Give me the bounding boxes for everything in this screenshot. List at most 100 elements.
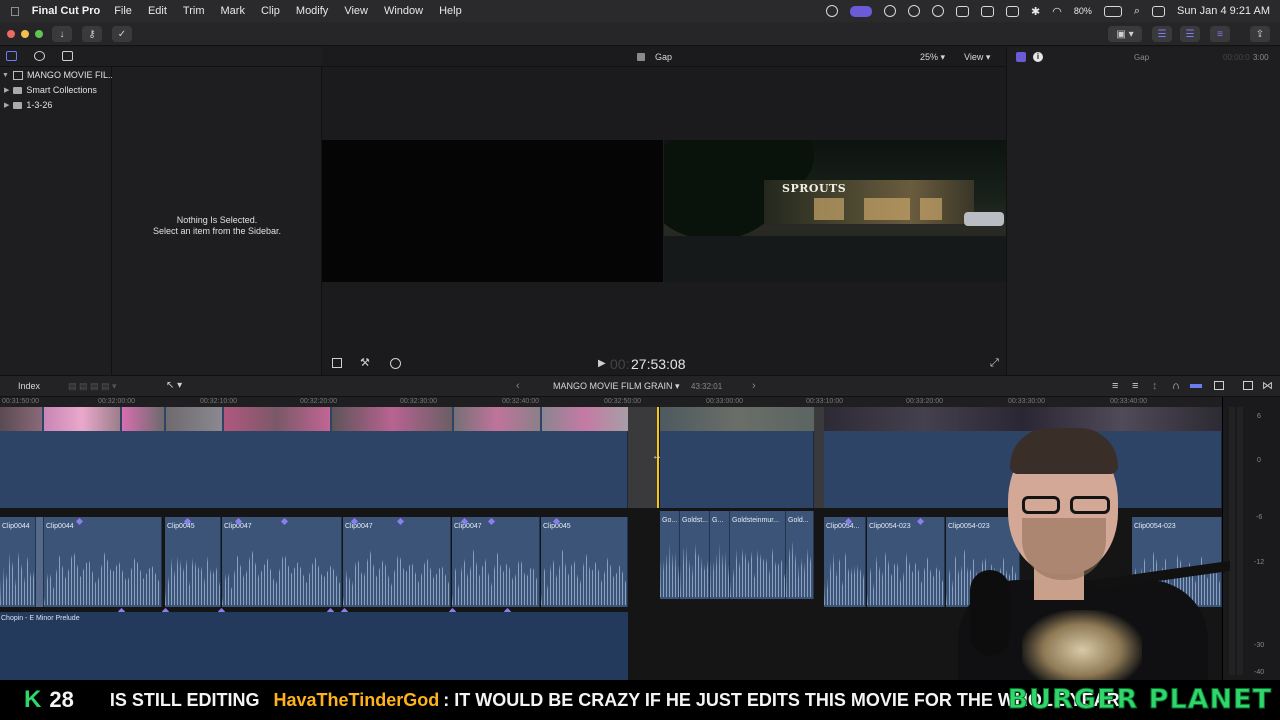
zoom-menu[interactable]: 25% ▾ [920,52,945,63]
battery-icon[interactable] [1103,5,1122,17]
video-clip[interactable] [0,407,628,508]
bluetooth-icon[interactable]: ✱ [1031,5,1040,18]
audio-clip[interactable]: Clip0054... [824,517,866,607]
libraries-icon[interactable] [6,51,17,61]
audio-clip[interactable]: Clip0044 [44,517,162,607]
clip-appearance-icon[interactable]: ≡ [1112,380,1118,392]
viewer-frame-gap [322,140,663,282]
control-center-icon[interactable] [1152,5,1166,17]
disclosure-closed-icon[interactable]: ▶ [4,101,9,109]
gap-clip[interactable] [814,407,824,508]
audio-clip[interactable]: Gold... [786,511,814,599]
edit-tools-group[interactable]: ▤ ▤ ▤ ▤ ▾ [68,381,117,392]
menu-trim[interactable]: Trim [183,5,205,17]
headphones-icon[interactable] [908,5,921,17]
audio-clip[interactable]: Clip0044 [0,517,36,607]
waveform [824,549,865,605]
browser-tabs [0,47,322,67]
close-button[interactable] [7,30,15,38]
audio-clip[interactable]: Go... [660,511,680,599]
timeline-options-icon[interactable] [1243,381,1253,390]
audio-clip[interactable]: Clip0045 [165,517,221,607]
info-icon[interactable]: i [1033,52,1043,62]
viewer-clip-name: Gap [655,52,673,62]
menu-view[interactable]: View [344,5,368,17]
menu-modify[interactable]: Modify [296,5,328,17]
audio-clip[interactable]: Goldsteinmur... [730,511,786,599]
titles-generators-icon[interactable] [62,51,73,61]
audio-clip-label: Gold... [788,517,809,524]
import-button[interactable]: ↓ [52,26,72,42]
share-button[interactable]: ⇪ [1250,26,1270,42]
view-menu[interactable]: View ▾ [964,52,990,63]
zoom-fit-icon[interactable]: ≡ [1132,380,1138,392]
index-button[interactable]: Index [18,381,40,391]
disclosure-open-icon[interactable]: ▼ [2,72,9,79]
keyboard-icon[interactable] [981,5,995,17]
enhance-icon[interactable]: ⚒ [360,356,370,369]
audio-skimming-icon[interactable]: ∩ [1172,380,1180,392]
menu-clip[interactable]: Clip [261,5,280,17]
history-forward-icon[interactable]: › [752,380,756,392]
sidebar-item-smart-collections[interactable]: ▶ Smart Collections [4,83,97,97]
audio-clip[interactable] [36,517,44,607]
glasses-lens-right [1070,496,1110,514]
show-browser-button[interactable]: ☰ [1152,26,1172,42]
layout-toggle-button[interactable]: ▣ ▾ [1108,26,1142,42]
glasses [1016,496,1116,516]
retime-icon[interactable] [390,358,401,369]
screen-record-icon[interactable] [850,5,873,17]
background-tasks-button[interactable]: ✓ [112,26,132,42]
library-row[interactable]: ▼ MANGO MOVIE FIL... [2,68,115,82]
menu-mark[interactable]: Mark [221,5,245,17]
timeline-ruler[interactable]: 00:31:50:00 00:32:00:00 00:32:10:00 00:3… [0,397,1222,407]
clip-thumbnail [332,407,452,431]
solo-icon[interactable] [1190,384,1202,388]
audio-clip[interactable]: Clip0045 [541,517,628,607]
audio-clip[interactable]: Goldst... [680,511,710,599]
display-icon[interactable] [1006,5,1020,17]
disclosure-closed-icon[interactable]: ▶ [4,86,9,94]
fullscreen-icon[interactable]: ⤢ [990,357,999,370]
audio-clip[interactable]: Clip0047 [343,517,451,607]
menu-help[interactable]: Help [439,5,462,17]
audio-clip[interactable]: G... [710,511,730,599]
apple-icon[interactable]:  [10,4,20,19]
sidebar-item-event[interactable]: ▶ 1-3-26 [4,98,52,112]
waveform [680,541,709,597]
music-clip-label: Chopin - E Minor Prelude [1,615,80,622]
clock[interactable]: Sun Jan 4 9:21 AM [1177,5,1270,17]
video-clip[interactable] [660,407,814,508]
collapse-icon[interactable]: ⋈ [1262,379,1273,392]
play-icon[interactable] [932,5,945,17]
search-icon[interactable]: ⌕ [1134,5,1140,18]
menu-edit[interactable]: Edit [148,5,167,17]
project-menu[interactable]: MANGO MOVIE FILM GRAIN ▾ [553,381,680,392]
play-button[interactable]: ▶ [598,358,606,369]
zoom-button[interactable] [35,30,43,38]
keyword-button[interactable]: ⚷ [82,26,102,42]
minimize-button[interactable] [21,30,29,38]
music-clip[interactable]: Chopin - E Minor Prelude [0,612,628,680]
volume-icon[interactable] [956,5,970,17]
viewer-frame-video: SPROUTS [664,140,1006,282]
skimming-icon[interactable]: ↕ [1152,380,1158,392]
audio-clip[interactable]: Clip0054-023 [867,517,945,607]
app-menu[interactable]: Final Cut Pro [32,5,100,17]
history-back-icon[interactable]: ‹ [516,380,520,392]
transform-icon[interactable] [332,358,342,368]
control-icon[interactable] [826,5,839,17]
timecode-display[interactable]: 27:53:08 [631,356,686,372]
snapping-icon[interactable] [1214,381,1224,390]
menu-window[interactable]: Window [384,5,423,17]
menu-file[interactable]: File [114,5,132,17]
audio-clip[interactable]: Clip0047 [222,517,342,607]
wifi-icon[interactable]: ◠ [1052,5,1062,18]
show-inspector-button[interactable]: ≡ [1210,26,1230,42]
globe-icon[interactable] [884,5,897,17]
audio-clip[interactable]: Clip0047 [452,517,540,607]
photos-audio-icon[interactable] [34,51,45,61]
select-tool-icon[interactable]: ↖ ▾ [166,380,182,391]
show-timeline-button[interactable]: ☰ [1180,26,1200,42]
inspector-video-tab-icon[interactable] [1016,52,1026,62]
